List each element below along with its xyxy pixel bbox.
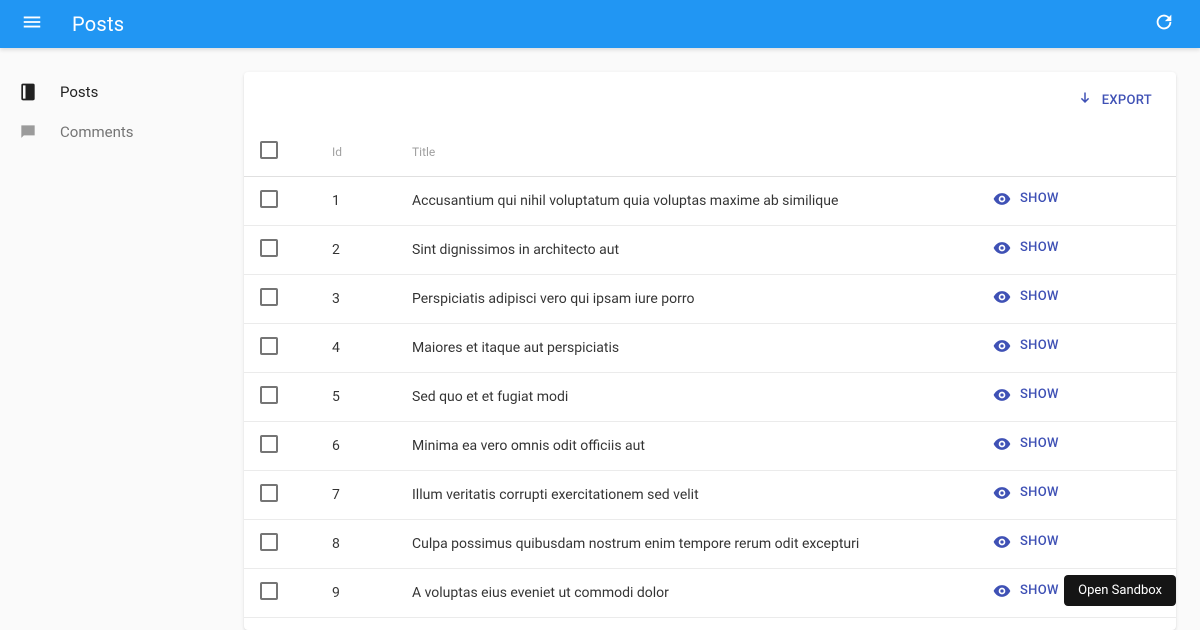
show-button[interactable]: Show <box>992 385 1059 405</box>
show-button-label: Show <box>1020 191 1059 206</box>
sidebar-item-label: Posts <box>60 83 98 101</box>
row-checkbox[interactable] <box>260 337 278 355</box>
eye-icon <box>992 385 1012 405</box>
show-button[interactable]: Show <box>992 336 1059 356</box>
export-button[interactable]: Export <box>1076 91 1152 109</box>
row-checkbox[interactable] <box>260 484 278 502</box>
cell-id: 3 <box>316 274 396 323</box>
row-checkbox[interactable] <box>260 582 278 600</box>
table-row: 7 Illum veritatis corrupti exercitatione… <box>244 470 1176 519</box>
show-button-label: Show <box>1020 436 1059 451</box>
eye-icon <box>992 483 1012 503</box>
eye-icon <box>992 189 1012 209</box>
cell-id: 6 <box>316 421 396 470</box>
cell-id: 4 <box>316 323 396 372</box>
show-button[interactable]: Show <box>992 483 1059 503</box>
select-all-checkbox[interactable] <box>260 141 278 159</box>
row-checkbox[interactable] <box>260 435 278 453</box>
table-row: 1 Accusantium qui nihil voluptatum quia … <box>244 176 1176 225</box>
card-toolbar: Export <box>244 72 1176 128</box>
show-button[interactable]: Show <box>992 532 1059 552</box>
cell-title: Maiores et itaque aut perspiciatis <box>396 323 976 372</box>
row-checkbox[interactable] <box>260 533 278 551</box>
sidebar-item-posts[interactable]: Posts <box>0 72 240 112</box>
eye-icon <box>992 336 1012 356</box>
row-checkbox[interactable] <box>260 239 278 257</box>
sidebar: Posts Comments <box>0 48 240 630</box>
eye-icon <box>992 532 1012 552</box>
download-icon <box>1076 91 1094 109</box>
show-button-label: Show <box>1020 387 1059 402</box>
appbar: Posts <box>0 0 1200 48</box>
cell-title: Minima ea vero omnis odit officiis aut <box>396 421 976 470</box>
show-button[interactable]: Show <box>992 581 1059 601</box>
show-button-label: Show <box>1020 485 1059 500</box>
open-sandbox-button[interactable]: Open Sandbox <box>1064 575 1176 606</box>
show-button-label: Show <box>1020 534 1059 549</box>
cell-id: 5 <box>316 372 396 421</box>
table-row: 8 Culpa possimus quibusdam nostrum enim … <box>244 519 1176 568</box>
eye-icon <box>992 581 1012 601</box>
eye-icon <box>992 287 1012 307</box>
table-row: 3 Perspiciatis adipisci vero qui ipsam i… <box>244 274 1176 323</box>
refresh-icon <box>1153 11 1175 37</box>
table-row: 5 Sed quo et et fugiat modi Show <box>244 372 1176 421</box>
cell-title: Culpa possimus quibusdam nostrum enim te… <box>396 519 976 568</box>
cell-id: 8 <box>316 519 396 568</box>
cell-id: 2 <box>316 225 396 274</box>
cell-title: A voluptas eius eveniet ut commodi dolor <box>396 568 976 617</box>
column-header-title[interactable]: Title <box>396 128 976 176</box>
cell-id: 1 <box>316 176 396 225</box>
eye-icon <box>992 238 1012 258</box>
cell-title: Illum veritatis corrupti exercitationem … <box>396 470 976 519</box>
refresh-button[interactable] <box>1144 4 1184 44</box>
show-button-label: Show <box>1020 583 1059 598</box>
posts-table: Id Title 1 Accusantium qui nihil volupta… <box>244 128 1176 618</box>
book-icon <box>16 80 40 104</box>
posts-card: Export Id Title 1 Accusantium qu <box>244 72 1176 630</box>
show-button[interactable]: Show <box>992 238 1059 258</box>
show-button-label: Show <box>1020 338 1059 353</box>
table-row: 9 A voluptas eius eveniet ut commodi dol… <box>244 568 1176 617</box>
show-button-label: Show <box>1020 240 1059 255</box>
table-row: 6 Minima ea vero omnis odit officiis aut… <box>244 421 1176 470</box>
cell-title: Perspiciatis adipisci vero qui ipsam iur… <box>396 274 976 323</box>
sidebar-item-comments[interactable]: Comments <box>0 112 240 152</box>
eye-icon <box>992 434 1012 454</box>
export-button-label: Export <box>1102 93 1152 108</box>
show-button-label: Show <box>1020 289 1059 304</box>
table-row: 4 Maiores et itaque aut perspiciatis Sho… <box>244 323 1176 372</box>
show-button[interactable]: Show <box>992 287 1059 307</box>
page-title: Posts <box>72 12 124 36</box>
column-header-id[interactable]: Id <box>316 128 396 176</box>
show-button[interactable]: Show <box>992 189 1059 209</box>
cell-title: Accusantium qui nihil voluptatum quia vo… <box>396 176 976 225</box>
cell-id: 9 <box>316 568 396 617</box>
table-row: 2 Sint dignissimos in architecto aut Sho… <box>244 225 1176 274</box>
sidebar-item-label: Comments <box>60 123 134 141</box>
cell-title: Sed quo et et fugiat modi <box>396 372 976 421</box>
row-checkbox[interactable] <box>260 190 278 208</box>
cell-id: 7 <box>316 470 396 519</box>
menu-button[interactable] <box>12 4 52 44</box>
row-checkbox[interactable] <box>260 386 278 404</box>
main-content: Export Id Title 1 Accusantium qu <box>240 48 1200 630</box>
menu-icon <box>21 11 43 37</box>
row-checkbox[interactable] <box>260 288 278 306</box>
show-button[interactable]: Show <box>992 434 1059 454</box>
comment-icon <box>16 120 40 144</box>
cell-title: Sint dignissimos in architecto aut <box>396 225 976 274</box>
